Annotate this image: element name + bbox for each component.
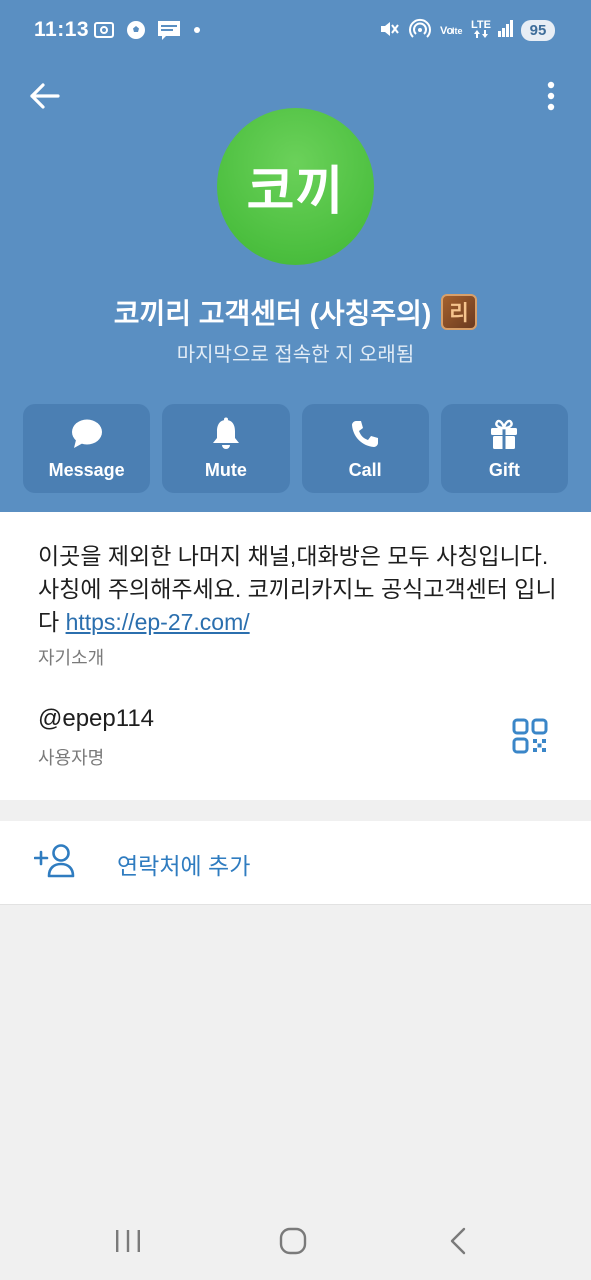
phone-icon <box>347 416 383 452</box>
add-person-icon <box>33 843 76 879</box>
more-button[interactable] <box>540 80 562 114</box>
bio: 이곳을 제외한 나머지 채널,대화방은 모두 사칭입니다. 사칭에 주의해주세요… <box>38 540 558 639</box>
name-emoji-text: 리 <box>450 301 469 325</box>
bio-label: 자기소개 <box>38 648 105 668</box>
info-card: 이곳을 제외한 나머지 채널,대화방은 모두 사칭입니다. 사칭에 주의해주세요… <box>0 512 591 800</box>
mute-button[interactable]: Mute <box>162 404 290 493</box>
volte-icon: Vo lte <box>440 20 464 41</box>
qr-code-icon <box>512 718 548 754</box>
notification-dot-icon <box>194 27 200 33</box>
webtoon-icon <box>156 18 180 42</box>
battery-icon: 95 <box>521 19 555 41</box>
gift-icon <box>486 416 522 452</box>
profile-header: 11:13 Vo lte LTE 95 코끼 코끼리 고객센터 (사칭주의) 리… <box>0 0 591 512</box>
back-button[interactable] <box>28 80 62 112</box>
status-bar: 11:13 Vo lte LTE 95 <box>0 0 591 60</box>
back-icon[interactable] <box>446 1226 470 1256</box>
add-contact-button[interactable]: 연락처에 추가 <box>0 821 591 905</box>
signal-icon <box>498 19 514 42</box>
bell-icon <box>208 416 244 452</box>
arrow-left-icon <box>30 83 60 109</box>
qr-code-button[interactable] <box>512 718 548 754</box>
system-navigation-bar <box>0 1200 591 1280</box>
status-right-icons: Vo lte LTE 95 <box>378 17 555 43</box>
name-emoji-icon: 리 <box>441 294 478 330</box>
more-vertical-icon <box>547 81 555 111</box>
call-label: Call <box>348 460 382 480</box>
action-buttons: Message Mute Call Gift <box>23 404 568 493</box>
last-seen-status: 마지막으로 접속한 지 오래됨 <box>176 344 415 366</box>
hotspot-icon <box>409 18 433 42</box>
bio-link[interactable]: https://ep-27.com/ <box>66 609 250 635</box>
status-left-icons <box>92 18 200 42</box>
screenshot-icon <box>92 18 116 42</box>
lte-icon: LTE <box>471 20 491 40</box>
svg-text:lte: lte <box>452 26 463 36</box>
username[interactable]: @epep114 <box>38 705 154 733</box>
profile-name: 코끼리 고객센터 (사칭주의) 리 <box>0 292 591 332</box>
mute-icon <box>378 18 402 42</box>
chat-bubble-icon <box>69 416 105 452</box>
mute-label: Mute <box>204 460 247 480</box>
message-label: Message <box>48 460 125 480</box>
soccer-icon <box>124 18 148 42</box>
avatar-text: 코끼 <box>246 163 345 221</box>
message-button[interactable]: Message <box>23 404 151 493</box>
battery-level: 95 <box>529 21 547 39</box>
gift-button[interactable]: Gift <box>440 404 568 493</box>
recent-apps-icon[interactable] <box>113 1227 143 1255</box>
call-button[interactable]: Call <box>301 404 429 493</box>
status-time: 11:13 <box>34 18 90 41</box>
add-contact-label: 연락처에 추가 <box>117 853 251 879</box>
username-label: 사용자명 <box>38 748 105 768</box>
gift-label: Gift <box>488 460 520 480</box>
home-icon[interactable] <box>278 1226 308 1256</box>
profile-name-text: 코끼리 고객센터 (사칭주의) <box>113 298 432 329</box>
avatar[interactable]: 코끼 <box>217 108 374 265</box>
